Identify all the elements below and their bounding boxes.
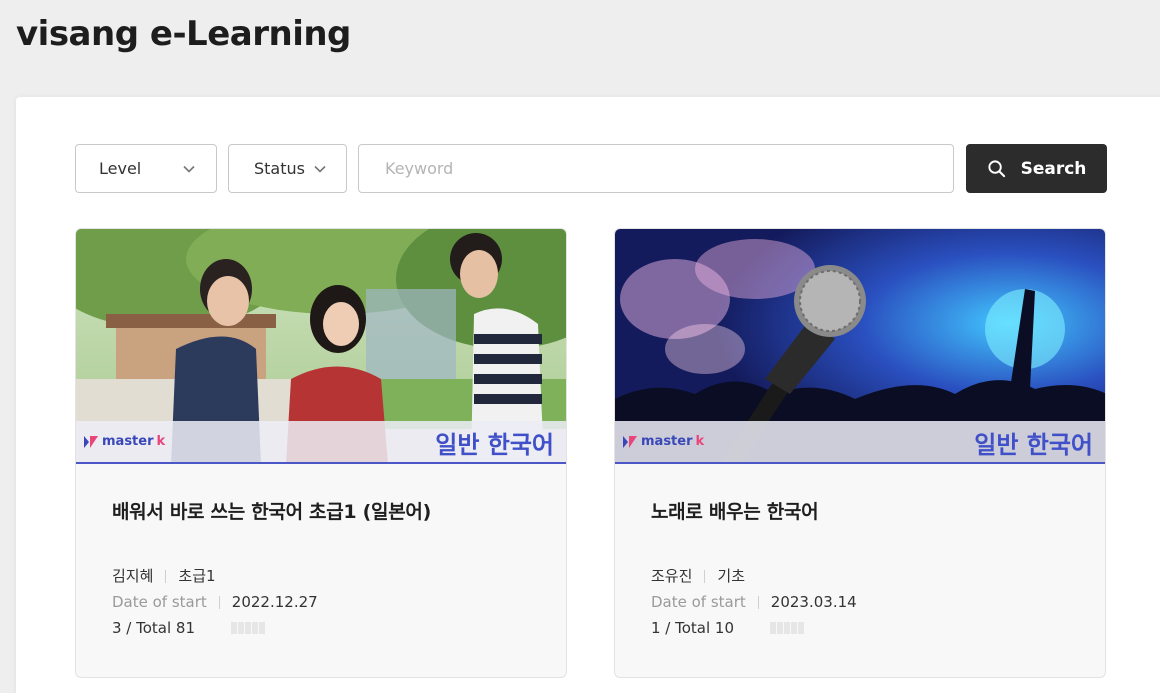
- search-button-label: Search: [1020, 158, 1087, 179]
- course-banner: master k 일반 한국어: [76, 421, 566, 464]
- course-title: 노래로 배우는 한국어: [651, 501, 819, 523]
- search-icon: [988, 160, 1005, 178]
- chevron-down-icon: [183, 165, 195, 173]
- progress-text: 1 / Total 10: [651, 619, 735, 637]
- separator: [165, 569, 167, 583]
- status-select[interactable]: Status: [228, 144, 347, 193]
- progress-text: 3 / Total 81: [112, 619, 196, 637]
- progress-bar: [770, 622, 805, 634]
- brand-k: k: [156, 434, 166, 449]
- app-title: visang e-Learning: [16, 14, 351, 54]
- brand-logo: master k: [623, 434, 704, 449]
- course-thumbnail: master k 일반 한국어: [76, 229, 566, 464]
- course-level: 초급1: [178, 567, 216, 585]
- instructor-name: 조유진: [651, 567, 693, 585]
- progress-bar: [231, 622, 266, 634]
- brand-k: k: [695, 434, 705, 449]
- start-date: 2022.12.27: [231, 593, 318, 611]
- brand-name: master: [641, 434, 693, 449]
- status-select-label: Status: [254, 159, 305, 178]
- master-k-logo-icon: [623, 435, 637, 448]
- course-title: 배워서 바로 쓰는 한국어 초급1 (일본어): [112, 501, 431, 523]
- brand-logo: master k: [84, 434, 165, 449]
- separator: [704, 569, 706, 583]
- start-date: 2023.03.14: [770, 593, 857, 611]
- date-label: Date of start: [651, 593, 746, 611]
- course-card[interactable]: master k 일반 한국어 노래로 배우는 한국어 조유진 기초 Date o…: [614, 228, 1106, 678]
- level-select-label: Level: [99, 159, 142, 178]
- keyword-input[interactable]: [358, 144, 954, 193]
- brand-name: master: [102, 434, 154, 449]
- course-thumbnail: master k 일반 한국어: [615, 229, 1105, 464]
- master-k-logo-icon: [84, 435, 98, 448]
- instructor-name: 김지혜: [112, 567, 154, 585]
- course-level: 기초: [717, 567, 746, 585]
- date-label: Date of start: [112, 593, 207, 611]
- course-card[interactable]: master k 일반 한국어 배워서 바로 쓰는 한국어 초급1 (일본어) 김…: [75, 228, 567, 678]
- course-banner: master k 일반 한국어: [615, 421, 1105, 464]
- course-category: 일반 한국어: [435, 431, 554, 459]
- separator: [757, 595, 759, 609]
- course-category: 일반 한국어: [974, 431, 1093, 459]
- separator: [218, 595, 220, 609]
- main-panel: Level Status Search: [16, 97, 1160, 693]
- search-button[interactable]: Search: [966, 144, 1107, 193]
- level-select[interactable]: Level: [75, 144, 217, 193]
- chevron-down-icon: [314, 165, 326, 173]
